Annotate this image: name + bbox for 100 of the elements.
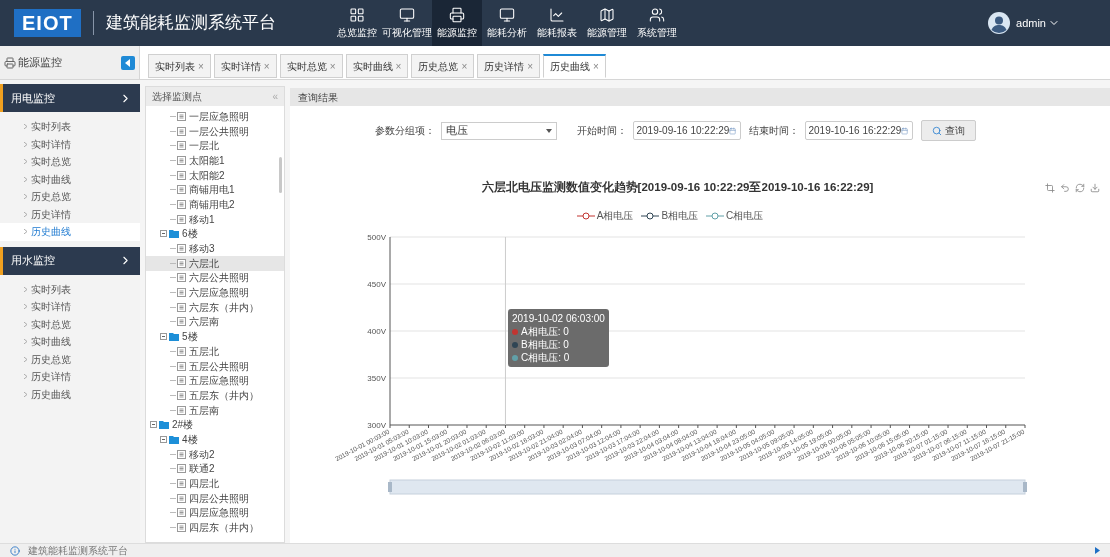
menu-item[interactable]: 历史详情 bbox=[0, 368, 140, 386]
nav-icon bbox=[598, 6, 615, 23]
menu-item[interactable]: 实时总览 bbox=[0, 153, 140, 171]
menu-item[interactable]: 实时详情 bbox=[0, 298, 140, 316]
tree-item[interactable]: 一层公共照明 bbox=[146, 123, 284, 139]
leaf-icon bbox=[170, 376, 187, 386]
tree-item[interactable]: 四层公共照明 bbox=[146, 490, 284, 506]
param-select[interactable]: 电压 bbox=[440, 121, 557, 140]
tree-item[interactable]: 五层南 bbox=[146, 402, 284, 418]
tree-item[interactable]: 移动2 bbox=[146, 446, 284, 462]
refresh-icon[interactable] bbox=[1075, 182, 1085, 193]
leaf-icon bbox=[170, 523, 187, 533]
menu-item[interactable]: 实时曲线 bbox=[0, 170, 140, 188]
tree-item[interactable]: 商铺用电1 bbox=[146, 182, 284, 198]
menu-item[interactable]: 实时详情 bbox=[0, 135, 140, 153]
caret-icon[interactable] bbox=[1095, 547, 1100, 554]
menu-group[interactable]: 用水监控 bbox=[0, 246, 140, 275]
tree-item[interactable]: 六层北 bbox=[146, 255, 284, 271]
tree-item[interactable]: 五层北 bbox=[146, 344, 284, 359]
menu-item[interactable]: 实时总览 bbox=[0, 315, 140, 333]
leaf-icon bbox=[170, 288, 187, 298]
page-tab[interactable]: 历史详情 × bbox=[477, 54, 541, 78]
tree-folder[interactable]: 6楼 bbox=[146, 226, 284, 242]
undo-icon[interactable] bbox=[1060, 182, 1070, 193]
chevron-icon bbox=[24, 391, 27, 397]
app-title: 建筑能耗监测系统平台 bbox=[105, 12, 276, 35]
page-tab[interactable]: 历史总览 × bbox=[411, 54, 475, 78]
tree-item[interactable]: 太阳能2 bbox=[146, 167, 284, 183]
tree-folder[interactable]: 4楼 bbox=[146, 432, 284, 447]
tree-item[interactable]: 五层公共照明 bbox=[146, 358, 284, 374]
tree-item[interactable]: 四层东（井内） bbox=[146, 520, 284, 535]
date-field[interactable]: 2019-10-16 16:22:29 bbox=[804, 121, 913, 140]
collapse-button[interactable] bbox=[121, 55, 135, 70]
tooltip-value: B相电压: 0 bbox=[521, 338, 569, 352]
tree-item[interactable]: 太阳能1 bbox=[146, 153, 284, 168]
menu-item[interactable]: 历史总览 bbox=[0, 188, 140, 206]
tree-item[interactable]: 六层南 bbox=[146, 314, 284, 330]
folder-icon bbox=[160, 434, 180, 444]
legend-label: B相电压 bbox=[661, 209, 699, 224]
tree-item[interactable]: 联通2 bbox=[146, 461, 284, 477]
page-tab[interactable]: 实时总览 × bbox=[279, 54, 343, 78]
leaf-icon bbox=[170, 405, 187, 415]
download-icon[interactable] bbox=[1090, 182, 1100, 193]
tree-item[interactable]: 五层应急照明 bbox=[146, 373, 284, 389]
leaf-icon bbox=[170, 302, 187, 312]
tree-item[interactable]: 六层东（井内） bbox=[146, 299, 284, 315]
scrollbar[interactable] bbox=[279, 157, 282, 193]
axis-label: 300V bbox=[367, 421, 386, 431]
chart-title: 六层北电压监测数值变化趋势[2019-09-16 10:22:29至2019-10-16 16:22:29] bbox=[480, 179, 875, 195]
nav-tab[interactable]: 可视化管理 bbox=[381, 0, 432, 46]
page-tab[interactable]: 实时列表 × bbox=[148, 54, 211, 78]
caret-icon bbox=[125, 58, 131, 67]
status-text: 建筑能耗监测系统平台 bbox=[28, 544, 128, 557]
tree-item[interactable]: 移动3 bbox=[146, 241, 284, 256]
tree-item[interactable]: 五层东（井内） bbox=[146, 388, 284, 403]
zoom-icon[interactable] bbox=[1045, 182, 1055, 193]
leaf-icon bbox=[170, 273, 187, 283]
leaf-icon bbox=[170, 493, 187, 503]
tree-item[interactable]: 四层应急照明 bbox=[146, 505, 284, 521]
folder-icon bbox=[160, 332, 180, 342]
axis-label: 400V bbox=[367, 327, 386, 337]
menu-item[interactable]: 历史曲线 bbox=[0, 223, 140, 241]
nav-icon bbox=[398, 6, 415, 23]
nav-tab[interactable]: 能耗分析 bbox=[481, 0, 532, 46]
printer-icon bbox=[4, 56, 16, 69]
menu-group[interactable]: 用电监控 bbox=[0, 84, 140, 112]
nav-tab[interactable]: 总览监控 bbox=[331, 0, 382, 46]
menu-item[interactable]: 实时列表 bbox=[0, 118, 140, 136]
menu-item[interactable]: 实时列表 bbox=[0, 280, 140, 298]
page-tab[interactable]: 历史曲线 × bbox=[543, 54, 606, 78]
tree-folder[interactable]: 2#楼 bbox=[146, 417, 284, 433]
nav-tab[interactable]: 能源管理 bbox=[581, 0, 632, 46]
page-tab[interactable]: 实时曲线 × bbox=[345, 54, 409, 78]
avatar bbox=[988, 12, 1011, 34]
menu-item[interactable]: 历史详情 bbox=[0, 205, 140, 223]
tree-folder[interactable]: 5楼 bbox=[146, 329, 284, 344]
menu-item[interactable]: 实时曲线 bbox=[0, 333, 140, 351]
date-field[interactable]: 2019-09-16 10:22:29 bbox=[632, 121, 741, 140]
tree-item[interactable]: 一层北 bbox=[146, 138, 284, 154]
tree-item[interactable]: 六层公共照明 bbox=[146, 270, 284, 286]
leaf-icon bbox=[170, 141, 187, 151]
user-menu[interactable]: admin bbox=[1016, 14, 1060, 32]
chevron-icon bbox=[24, 356, 27, 362]
chevron-icon bbox=[24, 286, 27, 292]
nav-tab[interactable]: 能源监控 bbox=[431, 0, 482, 46]
leaf-icon bbox=[170, 479, 187, 489]
tree-item[interactable]: 移动1 bbox=[146, 211, 284, 227]
leaf-icon bbox=[170, 214, 187, 224]
menu-item[interactable]: 历史曲线 bbox=[0, 385, 140, 403]
menu-item[interactable]: 历史总览 bbox=[0, 350, 140, 368]
tree-item[interactable]: 六层应急照明 bbox=[146, 285, 284, 300]
zoom-slider[interactable] bbox=[388, 479, 1027, 495]
nav-tab[interactable]: 系统管理 bbox=[631, 0, 682, 46]
search-button[interactable]: 查询 bbox=[920, 120, 976, 141]
leaf-icon bbox=[170, 155, 187, 165]
page-tab[interactable]: 实时详情 × bbox=[213, 54, 277, 78]
tree-item[interactable]: 商铺用电2 bbox=[146, 197, 284, 212]
tree-item[interactable]: 四层北 bbox=[146, 476, 284, 491]
nav-tab[interactable]: 能耗报表 bbox=[531, 0, 582, 46]
tree-item[interactable]: 一层应急照明 bbox=[146, 109, 284, 124]
